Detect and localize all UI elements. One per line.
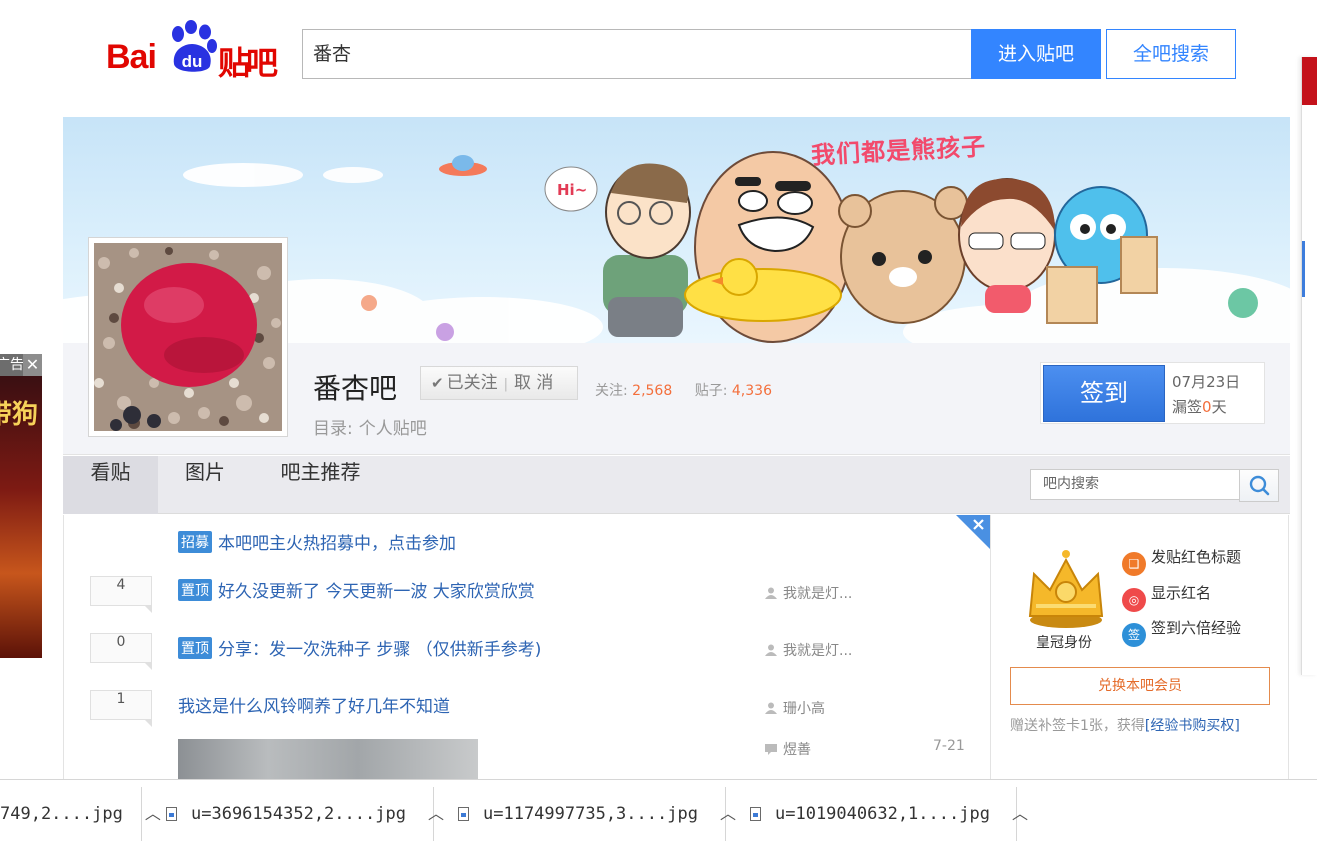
baidu-tieba-logo[interactable]: Bai du 贴吧 xyxy=(106,20,281,82)
file-icon xyxy=(458,807,469,821)
ad-text: 带狗 xyxy=(0,400,39,430)
followers-label: 关注: xyxy=(595,383,628,399)
posts-count: 4,336 xyxy=(731,383,772,399)
right-panel-indicator xyxy=(1302,241,1305,297)
file-icon xyxy=(750,807,761,821)
check-icon: ✔ xyxy=(431,374,444,392)
perk-sign-exp: 签签到六倍经验 xyxy=(1122,617,1241,647)
last-reply-date: 7-21 xyxy=(933,738,965,754)
follow-divider: | xyxy=(503,377,508,392)
thread-title[interactable]: 本吧吧主火热招募中，点击参加 xyxy=(218,534,456,554)
gift-text: 赠送补签卡1张，获得 xyxy=(1010,718,1145,734)
perk-red-title: ❑ 发贴红色标题 xyxy=(1122,546,1241,576)
tab-posts[interactable]: 看贴 xyxy=(63,456,158,514)
download-item[interactable]: u=1019040632,1....jpg ︿ xyxy=(726,787,1028,841)
follow-state-label: 已关注 xyxy=(446,373,498,393)
author-name[interactable]: 我就是灯... xyxy=(783,586,852,602)
download-filename[interactable]: u=1019040632,1....jpg xyxy=(775,804,990,824)
reply-count: 4 xyxy=(90,576,152,613)
followers-count: 2,568 xyxy=(632,383,673,399)
download-item[interactable]: u=3696154352,2....jpg ︿ xyxy=(142,787,444,841)
perk-label: 发贴红色标题 xyxy=(1151,548,1242,566)
perk-red-name: ◎ 显示红名 xyxy=(1122,582,1211,612)
exchange-membership-button[interactable]: 兑换本吧会员 xyxy=(1010,667,1270,705)
forum-search-input[interactable]: 番杏 xyxy=(302,29,972,79)
search-icon xyxy=(1249,475,1270,496)
sign-date: 07月23日 xyxy=(1172,373,1241,391)
user-icon xyxy=(765,644,777,656)
sign-in-button[interactable]: 签到 xyxy=(1043,365,1165,422)
forum-stats: 关注: 2,568 贴子: 4,336 xyxy=(595,380,790,400)
tab-pictures[interactable]: 图片 xyxy=(170,456,240,514)
notice-close-icon[interactable] xyxy=(956,515,990,549)
gift-description: 赠送补签卡1张，获得[经验书购买权] xyxy=(1010,715,1240,735)
follow-toggle-button[interactable]: ✔ 已关注 | 取 消 xyxy=(420,366,578,400)
baidu-paw-icon: du xyxy=(172,20,217,72)
all-forum-search-button[interactable]: 全吧搜索 xyxy=(1106,29,1236,79)
thread-author[interactable]: 我就是灯... xyxy=(765,640,852,660)
posts-label: 贴子: xyxy=(694,383,728,399)
logo-tieba-text: 贴吧 xyxy=(218,44,278,82)
sign-miss-count: 漏签0天 xyxy=(1172,396,1227,417)
download-filename[interactable]: 749,2....jpg xyxy=(0,804,123,824)
last-reply-name[interactable]: 煜善 xyxy=(783,742,811,758)
ad-close-icon[interactable]: ✕ xyxy=(23,354,42,376)
thread-title[interactable]: 我这是什么风铃啊养了好几年不知道 xyxy=(178,697,450,717)
reply-count: 1 xyxy=(90,690,152,727)
unfollow-label[interactable]: 取 消 xyxy=(514,373,553,393)
red-name-icon: ◎ xyxy=(1122,588,1146,612)
file-icon xyxy=(166,807,177,821)
thread-row[interactable]: 我这是什么风铃啊养了好几年不知道 xyxy=(178,692,450,717)
user-icon xyxy=(765,702,777,714)
directory-label: 目录: xyxy=(313,419,353,439)
thread-recruit[interactable]: 招募 本吧吧主火热招募中，点击参加 xyxy=(178,529,456,554)
thread-title[interactable]: 分享：发一次洗种子 步骤 （仅供新手参考) xyxy=(218,640,541,660)
recruit-badge: 招募 xyxy=(178,531,212,553)
right-side-panel[interactable] xyxy=(1301,57,1317,675)
last-reply-user[interactable]: 煜善 xyxy=(765,739,811,759)
gift-link[interactable]: [经验书购买权] xyxy=(1145,718,1240,734)
inner-forum-search-input[interactable]: 吧内搜索 xyxy=(1030,469,1240,500)
crown-icon xyxy=(1028,550,1104,628)
ad-label: 广告 xyxy=(0,354,24,376)
perk-label: 显示红名 xyxy=(1151,584,1212,602)
inner-search-button[interactable] xyxy=(1239,469,1279,502)
miss-prefix: 漏签 xyxy=(1172,398,1203,416)
download-item[interactable]: 749,2....jpg ︿ xyxy=(0,787,161,841)
crown-label: 皇冠身份 xyxy=(1036,635,1092,651)
sign-exp-icon: 签 xyxy=(1122,623,1146,647)
logo-du-text: du xyxy=(182,52,203,71)
chevron-up-icon[interactable]: ︿ xyxy=(1012,800,1028,824)
reply-count: 0 xyxy=(90,633,152,670)
logo-bai-text: Bai xyxy=(106,38,157,76)
pinned-badge: 置顶 xyxy=(178,579,212,601)
tab-owner-recommend[interactable]: 吧主推荐 xyxy=(268,456,373,514)
thread-row[interactable]: 置顶 分享：发一次洗种子 步骤 （仅供新手参考) xyxy=(178,635,541,660)
hi-bubble-text: Hi~ xyxy=(557,181,587,199)
forum-avatar[interactable] xyxy=(88,237,288,437)
miss-suffix: 天 xyxy=(1211,398,1227,416)
download-filename[interactable]: u=3696154352,2....jpg xyxy=(191,804,406,824)
bookmark-icon: ❑ xyxy=(1122,552,1146,576)
forum-avatar-image xyxy=(94,243,282,431)
download-item[interactable]: u=1174997735,3....jpg ︿ xyxy=(434,787,736,841)
forum-name: 番杏吧 xyxy=(313,372,398,405)
comment-icon xyxy=(765,744,777,755)
perk-label: 签到六倍经验 xyxy=(1151,619,1242,637)
miss-count: 0 xyxy=(1202,398,1212,416)
author-name[interactable]: 珊小高 xyxy=(783,701,825,717)
author-name[interactable]: 我就是灯... xyxy=(783,643,852,659)
right-panel-header xyxy=(1302,57,1317,105)
download-filename[interactable]: u=1174997735,3....jpg xyxy=(483,804,698,824)
thread-row[interactable]: 置顶 好久没更新了 今天更新一波 大家欣赏欣赏 xyxy=(178,577,535,602)
thread-title[interactable]: 好久没更新了 今天更新一波 大家欣赏欣赏 xyxy=(218,582,535,602)
user-icon xyxy=(765,587,777,599)
thread-author[interactable]: 珊小高 xyxy=(765,698,825,718)
pinned-badge: 置顶 xyxy=(178,637,212,659)
forum-directory: 目录: 个人贴吧 xyxy=(313,414,427,439)
directory-link[interactable]: 个人贴吧 xyxy=(359,419,427,439)
thread-author[interactable]: 我就是灯... xyxy=(765,583,852,603)
ad-banner[interactable]: 带狗 xyxy=(0,376,42,658)
enter-forum-button[interactable]: 进入贴吧 xyxy=(971,29,1101,79)
